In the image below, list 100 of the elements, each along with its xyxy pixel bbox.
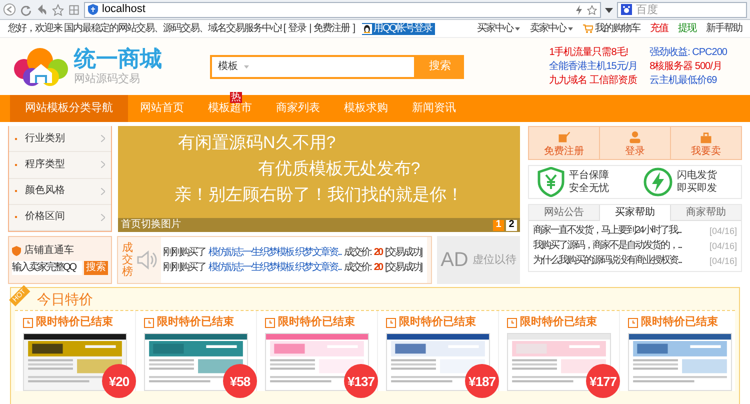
- star-icon[interactable]: [587, 4, 597, 14]
- search-field[interactable]: 百度: [617, 2, 747, 18]
- banner-headline: 有闲置源码N久不用?: [178, 134, 337, 151]
- back-icon[interactable]: [3, 3, 16, 16]
- deal-title: 限时特价已结束: [278, 317, 355, 328]
- shield-icon: [537, 167, 565, 197]
- date-text: [04/16]: [709, 226, 737, 236]
- product-link[interactable]: 模仿励志一生织梦模板 织梦文章资...: [208, 248, 342, 258]
- help-tab[interactable]: 买家帮助: [600, 205, 671, 221]
- section-title: 今日特价: [37, 292, 93, 306]
- caret-icon: [515, 26, 520, 30]
- ad-link[interactable]: 云主机最低价69: [650, 76, 738, 86]
- penguin-icon: [362, 24, 372, 34]
- clock-icon: [144, 318, 154, 328]
- sidebar-item[interactable]: 程序类型: [9, 152, 111, 178]
- user-icon: [628, 130, 642, 144]
- qq-login-button[interactable]: 用QQ帐号登录: [362, 22, 436, 34]
- star-icon[interactable]: [52, 4, 64, 16]
- lightning-icon: [643, 167, 673, 197]
- deal-status: [交易成功]: [385, 248, 422, 258]
- sidebar-item[interactable]: 价格区间: [9, 204, 111, 231]
- price-badge: ¥58: [223, 364, 257, 398]
- help-link[interactable]: 为什么我购买的源码说没有商业授权资...: [533, 256, 710, 266]
- clock-icon: [507, 318, 517, 328]
- ad-link[interactable]: 8核服务器 500/月: [650, 62, 738, 72]
- hot-badge: 热: [230, 92, 242, 103]
- deal-title: 限时特价已结束: [36, 317, 113, 328]
- ad-link[interactable]: 全能香港主机15元/月: [549, 62, 638, 72]
- basket-icon: [699, 130, 713, 144]
- address-bar[interactable]: localhost: [84, 2, 601, 18]
- logo-subtitle: 网站源码交易: [74, 74, 141, 85]
- price-badge: ¥137: [344, 364, 378, 398]
- guarantee-subtitle: 安全无忧: [569, 184, 609, 194]
- panel-title: 店铺直通车: [24, 246, 74, 256]
- clock-icon: [628, 318, 638, 328]
- clock-icon: [23, 318, 33, 328]
- page-button[interactable]: 2: [506, 220, 517, 230]
- deal-price: 20: [374, 262, 382, 272]
- date-text: [04/16]: [709, 242, 737, 250]
- sidebar-item[interactable]: 行业类别: [9, 126, 111, 152]
- chevron-icon: [101, 214, 105, 221]
- caret-icon: [244, 64, 249, 68]
- qq-input[interactable]: 输入卖家完整QQ: [12, 260, 82, 274]
- register-link[interactable]: 免费注册: [314, 24, 350, 34]
- logo-title: 统一商城: [74, 48, 162, 70]
- shield-icon: [88, 4, 98, 15]
- sidebar-item[interactable]: 颜色风格: [9, 178, 111, 205]
- buyer-text: 刚刚购买了: [163, 262, 206, 272]
- price-badge: ¥187: [465, 364, 499, 398]
- caption-text: 首页切换图片: [121, 220, 182, 230]
- date-text: [04/16]: [709, 256, 737, 266]
- banner-headline: 亲！别左顾右盼了！我们找的就是你！: [174, 186, 464, 203]
- welcome-text: 您好，欢迎来 国内最稳定的网站交易、源码交易、域名交易服务中心! [: [8, 24, 286, 34]
- top-link[interactable]: 充值: [650, 24, 668, 34]
- dropdown-icon[interactable]: [605, 6, 613, 14]
- cart-icon: [583, 24, 593, 33]
- ad-link[interactable]: 1手机流量只需8毛!: [549, 48, 638, 58]
- grid-icon[interactable]: [68, 4, 80, 16]
- guarantee-title: 闪电发货: [677, 170, 717, 180]
- deal-status: [交易成功]: [385, 262, 422, 272]
- price-label: 成交价:: [344, 262, 371, 272]
- top-link[interactable]: 卖家中心: [530, 24, 573, 34]
- help-link[interactable]: 商家一直不发货，马上要到24小时了我...: [533, 226, 710, 236]
- bracket-text: ]: [352, 24, 355, 34]
- url-text: localhost: [102, 4, 146, 15]
- login-link[interactable]: 登录: [288, 24, 306, 34]
- top-link[interactable]: 提现: [678, 24, 696, 34]
- price-badge: ¥177: [586, 364, 620, 398]
- help-link[interactable]: 我购买了源码，商家不是自动发货的，...: [533, 241, 710, 251]
- deal-title: 限时特价已结束: [399, 317, 476, 328]
- reload-icon[interactable]: [20, 4, 32, 16]
- deal-title: 限时特价已结束: [520, 317, 597, 328]
- clock-icon: [386, 318, 396, 328]
- pencil-icon: [557, 130, 571, 144]
- price-badge: ¥20: [102, 364, 136, 398]
- ad-link[interactable]: 强劲收益: CPC200: [650, 48, 738, 58]
- search-input[interactable]: 百度: [636, 4, 743, 16]
- help-tab[interactable]: 商家帮助: [671, 205, 741, 221]
- ticker-label: 成交榜: [122, 242, 133, 278]
- product-link[interactable]: 模仿励志一生织梦模板 织梦文章资...: [208, 262, 342, 272]
- deal-price: 20: [374, 248, 382, 258]
- caret-icon: [568, 26, 573, 30]
- top-link[interactable]: 新手帮助: [706, 24, 742, 34]
- undo-icon[interactable]: [36, 4, 48, 16]
- category-select[interactable]: 模板: [212, 56, 255, 76]
- speaker-icon: [136, 249, 158, 271]
- chevron-icon: [101, 161, 105, 168]
- chevron-icon: [101, 188, 105, 195]
- price-label: 成交价:: [344, 248, 371, 258]
- deal-title: 限时特价已结束: [157, 317, 234, 328]
- buyer-text: 刚刚购买了: [163, 248, 206, 258]
- paw-icon: [621, 4, 632, 15]
- separator-text: |: [309, 24, 311, 34]
- chevron-icon: [101, 135, 105, 142]
- guarantee-subtitle: 即买即发: [677, 184, 717, 194]
- top-link[interactable]: 我的购物车: [583, 24, 640, 34]
- logo-icon: [12, 46, 70, 86]
- ad-text: 虚位以待: [472, 254, 516, 266]
- top-link[interactable]: 买家中心: [477, 24, 520, 34]
- ad-link[interactable]: 九九域名 工信部资质: [549, 76, 638, 86]
